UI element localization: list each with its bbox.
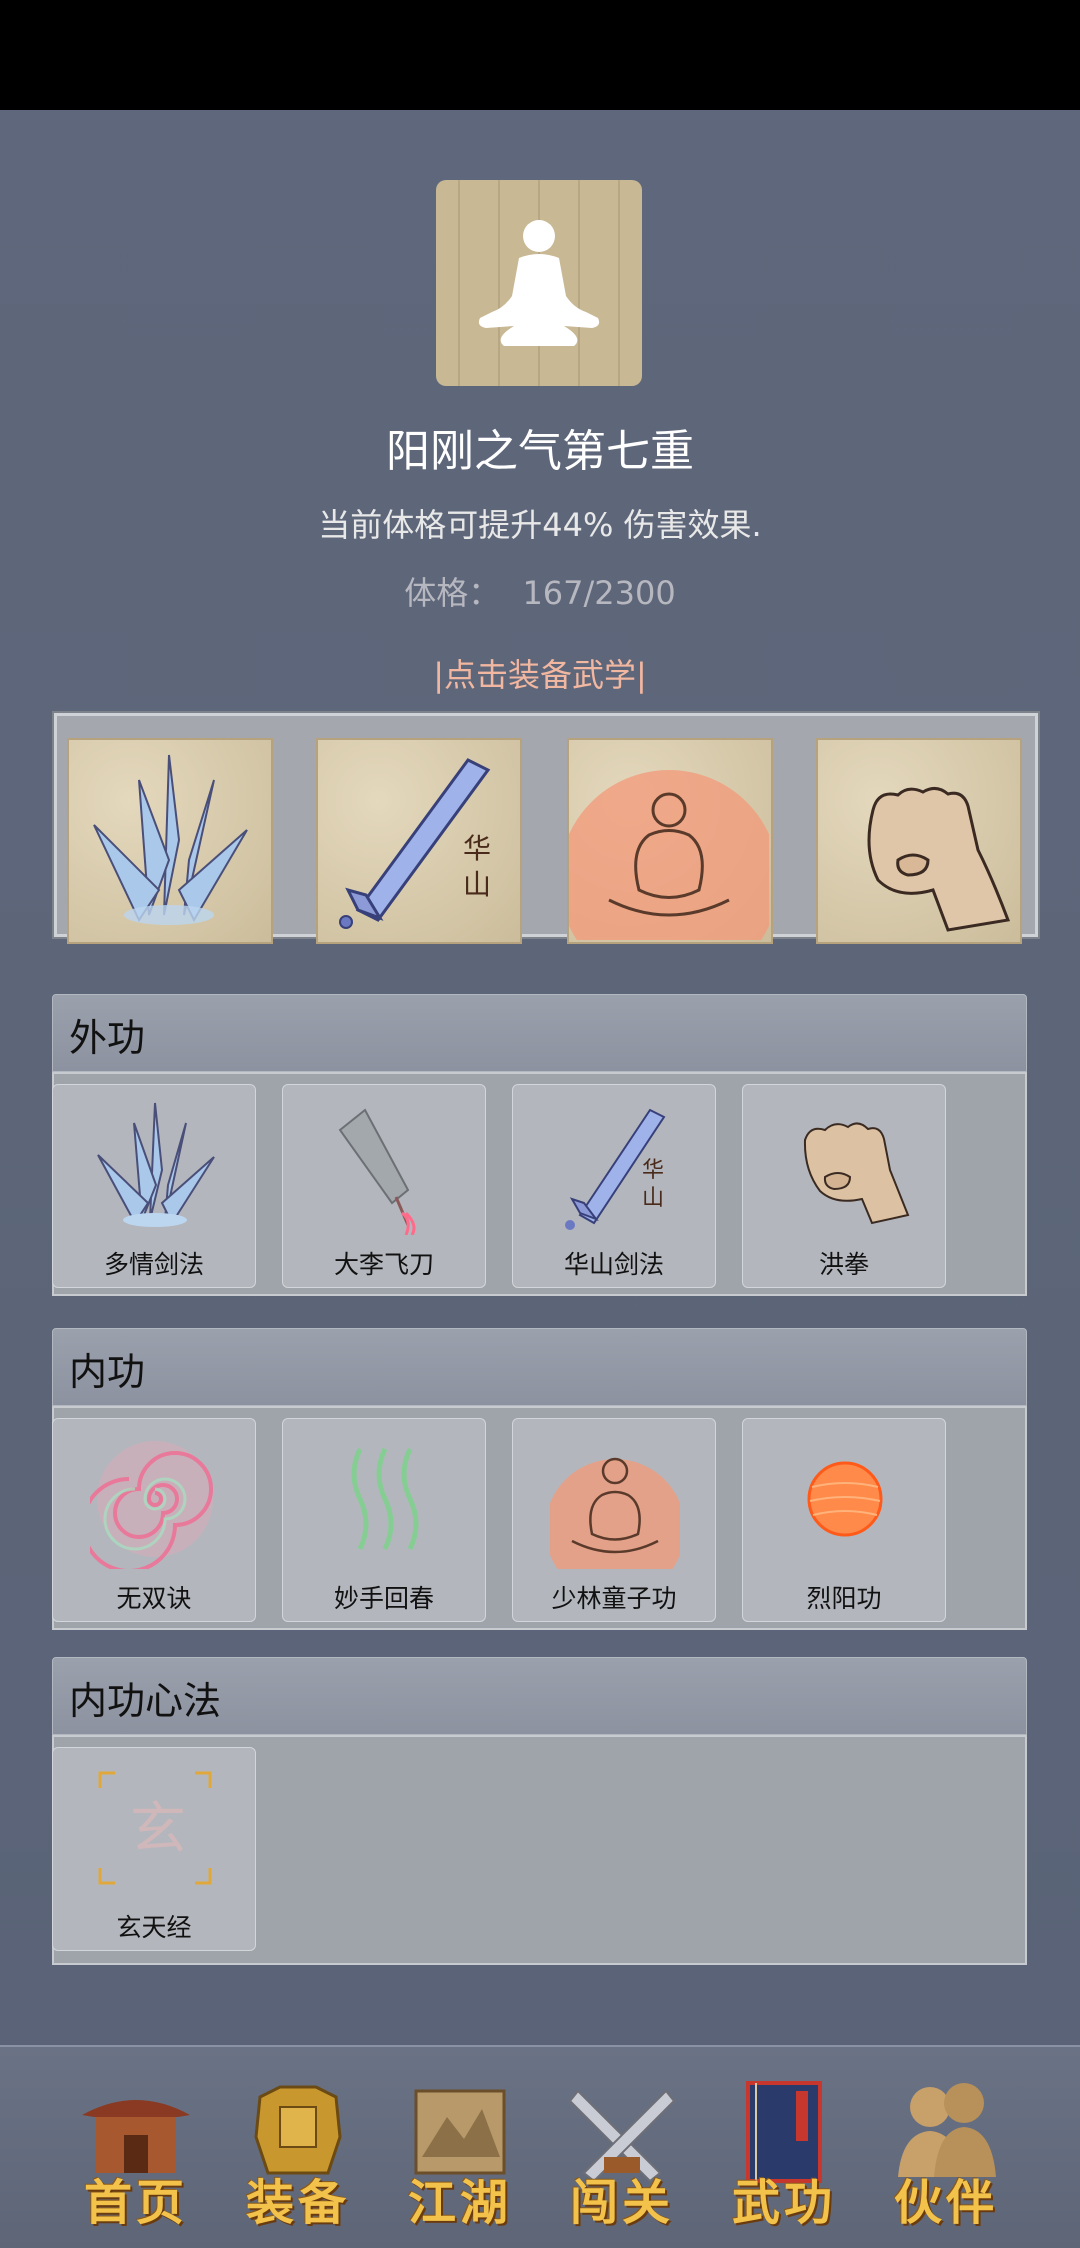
skill-card-miaoshou[interactable]: 妙手回春 xyxy=(282,1418,486,1622)
nav-martial-arts[interactable]: 武功 xyxy=(714,2077,854,2231)
physique-stat: 体格： 167/2300 xyxy=(0,568,1080,614)
skill-card-duoqing-sword[interactable]: 多情剑法 xyxy=(52,1084,256,1288)
status-bar xyxy=(0,0,1080,110)
skill-card-flying-dagger[interactable]: 大李飞刀 xyxy=(282,1084,486,1288)
meditating-monk-icon xyxy=(559,770,779,990)
skill-card-wushuang[interactable]: 无双诀 xyxy=(52,1418,256,1622)
section-mental-skills: 玄 玄天经 xyxy=(52,1735,1027,1965)
svg-text:华: 华 xyxy=(642,1158,664,1183)
skill-name: 无双诀 xyxy=(116,1584,192,1613)
svg-text:山: 山 xyxy=(642,1186,664,1211)
svg-text:玄: 玄 xyxy=(130,1797,186,1862)
realm-title: 阳刚之气第七重 xyxy=(386,426,694,477)
skill-card-lieyang[interactable]: 烈阳功 xyxy=(742,1418,946,1622)
equipped-slot-1[interactable] xyxy=(67,738,273,944)
crystal-claw-icon xyxy=(93,754,248,925)
nav-companions[interactable]: 伙伴 xyxy=(876,2077,1016,2231)
equipped-slot-4[interactable] xyxy=(816,738,1022,944)
skill-name: 烈阳功 xyxy=(806,1584,882,1613)
equipped-skills-panel: 华 山 xyxy=(54,713,1038,990)
crystal-claw-icon xyxy=(97,1102,215,1227)
healing-waves-icon xyxy=(351,1447,419,1551)
skill-card-hong-fist[interactable]: 洪拳 xyxy=(742,1084,946,1288)
skill-card-xuantian[interactable]: 玄 玄天经 xyxy=(52,1747,256,1951)
skill-card-huashan-sword[interactable]: 华 山 华山剑法 xyxy=(512,1084,716,1288)
nav-home[interactable]: 首页 xyxy=(66,2077,206,2231)
spiral-icon xyxy=(90,1441,213,1569)
huashan-sword-icon: 华 山 xyxy=(339,758,491,929)
skill-card-shaolin-tongzi[interactable]: 少林童子功 xyxy=(512,1418,716,1622)
nav-label: 武功 xyxy=(731,2175,836,2231)
physique-value: 167/2300 xyxy=(522,574,676,612)
nav-label: 装备 xyxy=(245,2175,350,2231)
nav-label: 闯关 xyxy=(569,2175,674,2231)
section-header-internal: 内功 xyxy=(52,1328,1027,1406)
skill-name: 妙手回春 xyxy=(333,1584,434,1613)
martial-arts-page: 阳刚之气第七重 当前体格可提升44% 伤害效果. 体格： 167/2300 |点… xyxy=(0,110,1080,2045)
section-header-mental: 内功心法 xyxy=(52,1657,1027,1735)
svg-text:华: 华 xyxy=(463,832,491,865)
meditation-avatar xyxy=(436,180,642,386)
section-external-skills: 多情剑法 大李飞刀 华 山 华山剑法 洪拳 xyxy=(52,1072,1027,1296)
nav-label: 首页 xyxy=(83,2175,188,2231)
fist-icon xyxy=(803,1122,910,1225)
nav-challenge[interactable]: 闯关 xyxy=(552,2077,692,2231)
skill-name: 大李飞刀 xyxy=(333,1250,434,1279)
equipped-slot-2[interactable]: 华 山 xyxy=(316,738,522,944)
skill-name: 华山剑法 xyxy=(563,1250,664,1279)
nav-label: 伙伴 xyxy=(893,2175,998,2231)
sun-orb-icon xyxy=(807,1461,883,1537)
skill-name: 多情剑法 xyxy=(103,1250,204,1279)
nav-equipment[interactable]: 装备 xyxy=(228,2077,368,2231)
equipped-slot-3[interactable] xyxy=(559,738,779,990)
realm-description: 当前体格可提升44% 伤害效果. xyxy=(318,506,762,544)
skill-name: 玄天经 xyxy=(116,1913,192,1942)
equip-martial-arts-link[interactable]: |点击装备武学| xyxy=(0,650,1080,696)
fist-icon xyxy=(867,787,1011,932)
skill-name: 洪拳 xyxy=(818,1250,869,1279)
section-header-external: 外功 xyxy=(52,994,1027,1072)
flying-dagger-icon xyxy=(338,1108,416,1235)
nav-label: 江湖 xyxy=(407,2175,512,2231)
meditating-monk-icon xyxy=(550,1457,680,1569)
xuan-scroll-icon: 玄 xyxy=(98,1771,212,1885)
physique-label: 体格： xyxy=(404,574,501,612)
huashan-sword-icon: 华 山 xyxy=(565,1108,666,1230)
svg-text:山: 山 xyxy=(463,868,491,901)
meditating-figure-icon xyxy=(478,220,600,346)
skill-name: 少林童子功 xyxy=(551,1584,677,1613)
bottom-navigation: 首页 装备 江湖 闯关 武功 伙伴 xyxy=(0,2045,1080,2248)
section-internal-skills: 无双诀 妙手回春 少林童子功 烈阳功 xyxy=(52,1406,1027,1630)
nav-jianghu[interactable]: 江湖 xyxy=(390,2077,530,2231)
